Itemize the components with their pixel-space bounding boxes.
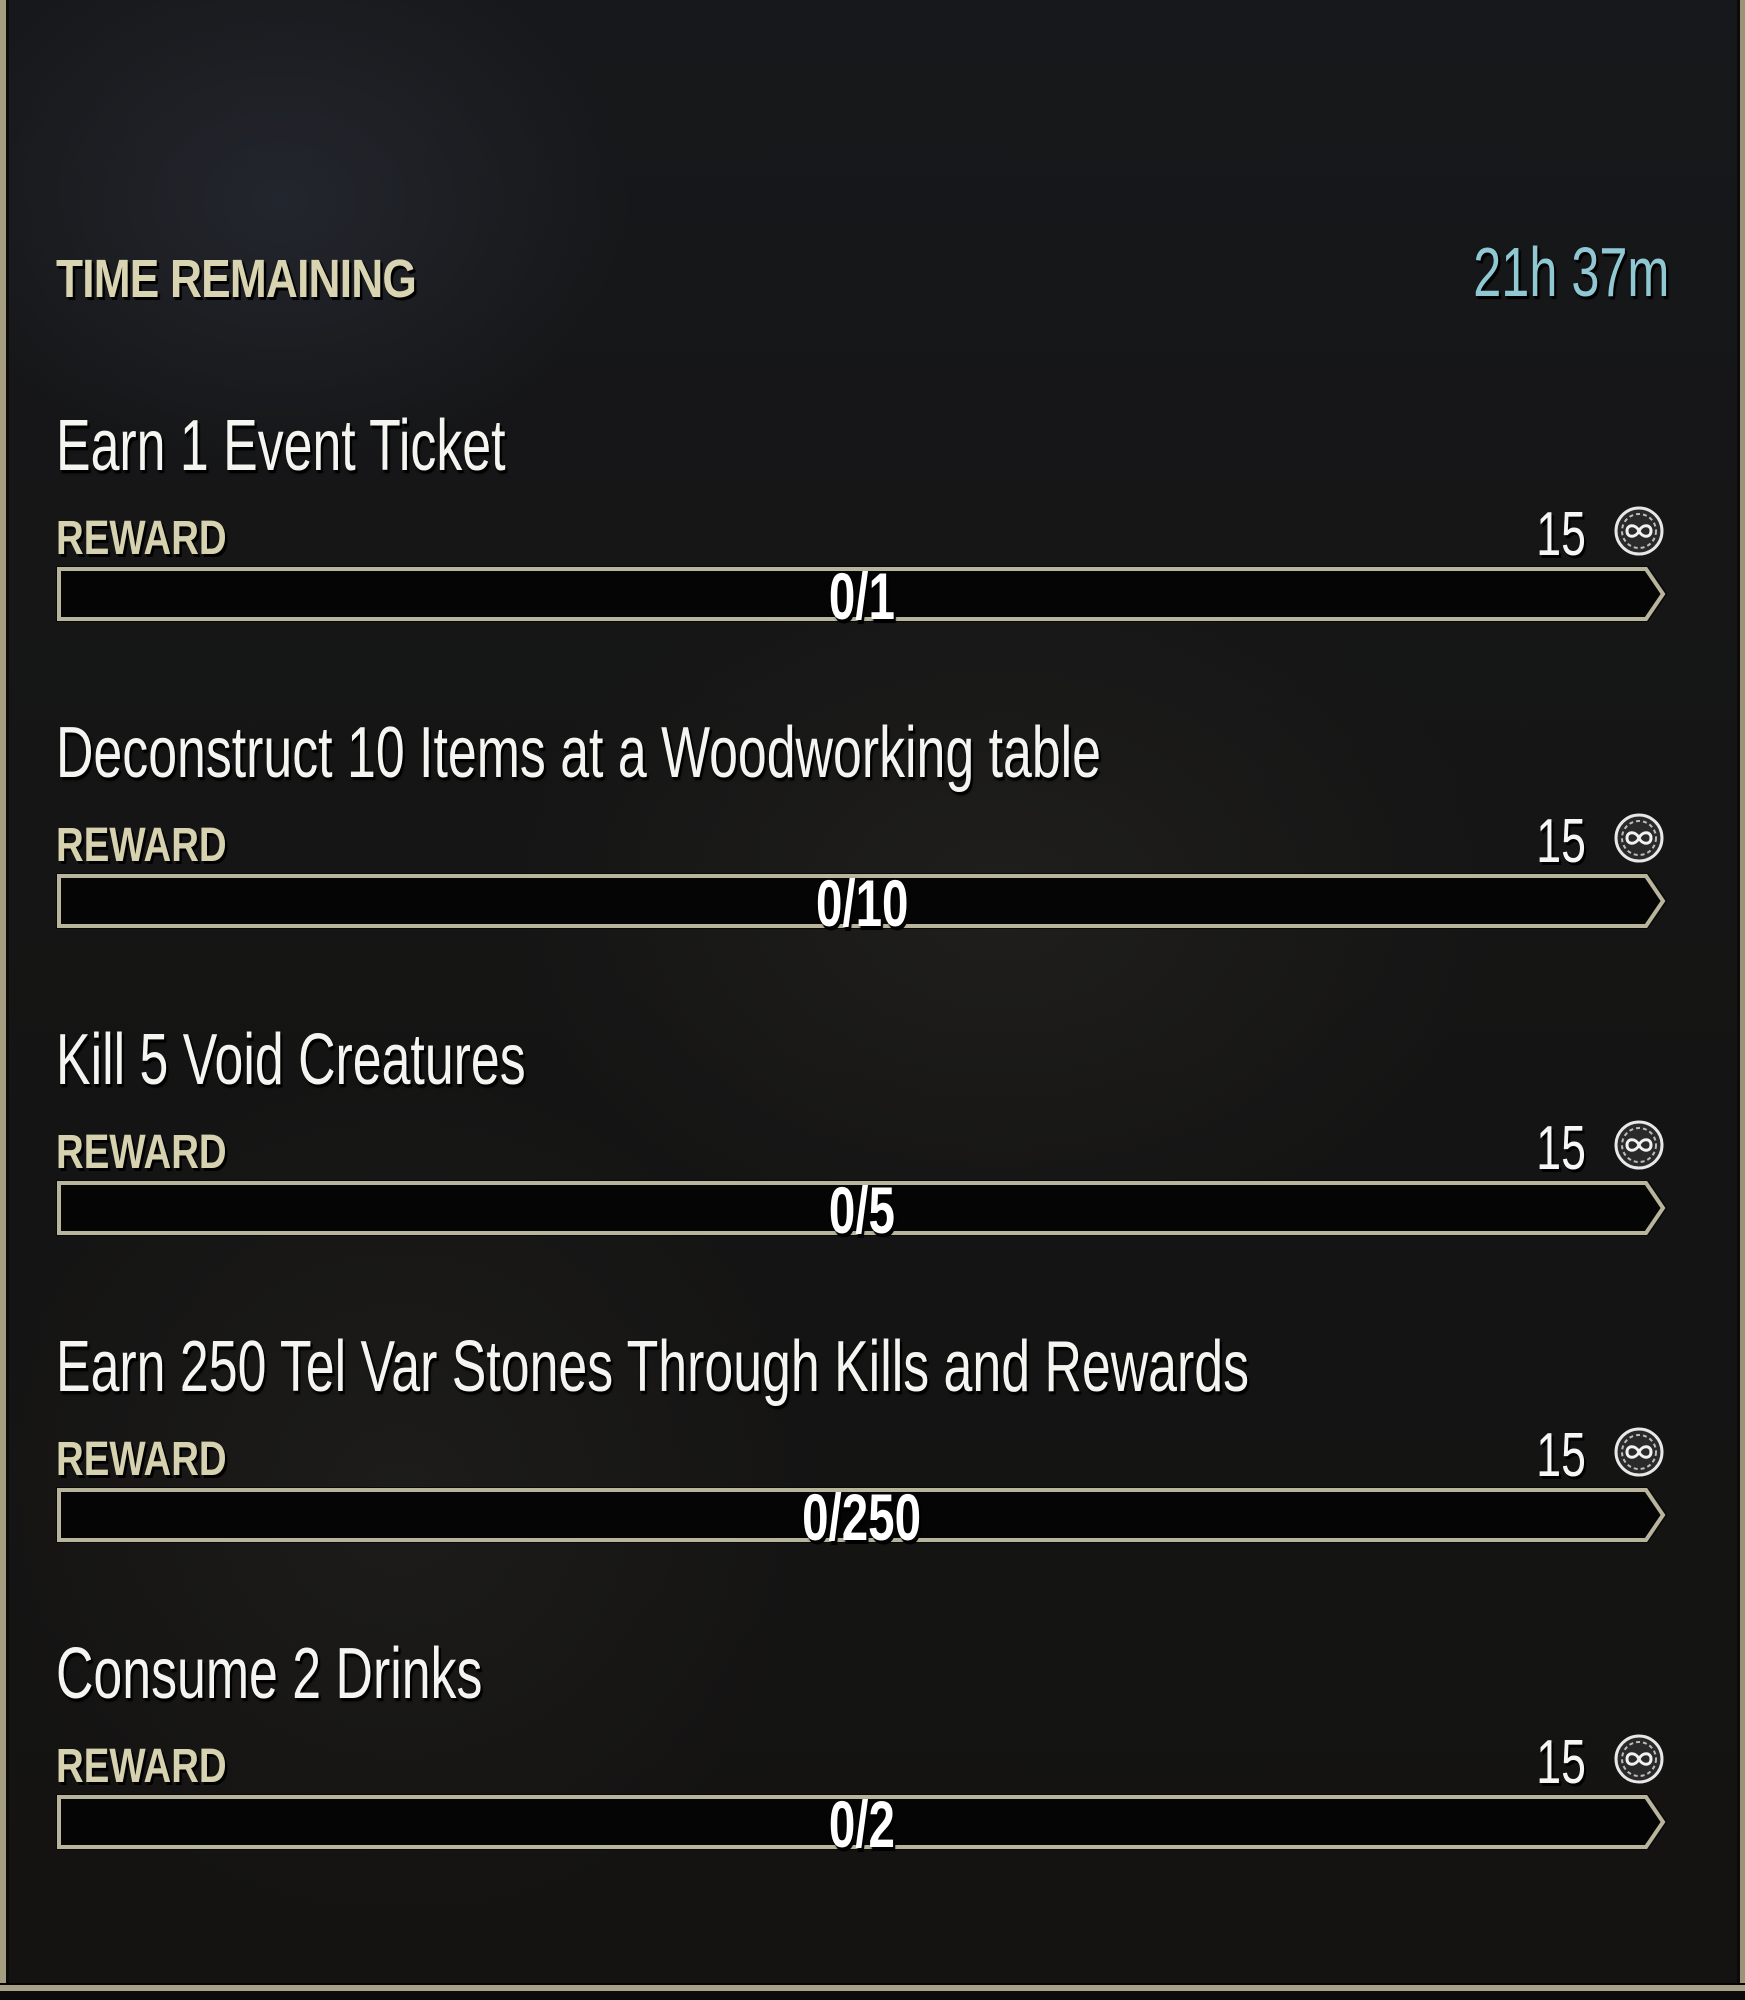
progress-text: 0/10 [815,866,909,940]
time-remaining-value: 21h 37m [1472,233,1669,311]
time-remaining-label: TIME REMAINING [56,249,417,309]
quest-item[interactable]: Earn 1 Event Ticket REWARD 15 0/1 [56,405,1668,645]
progress-text: 0/250 [802,1480,922,1554]
quest-title: Deconstruct 10 Items at a Woodworking ta… [56,713,1102,793]
event-ticket-coin-icon [1614,506,1664,556]
quest-title: Earn 250 Tel Var Stones Through Kills an… [56,1327,1250,1407]
panel-bottom-border [0,1983,1745,1991]
progress-bar: 0/250 [56,1480,1668,1554]
progress-bar: 0/5 [56,1173,1668,1247]
quest-title: Consume 2 Drinks [56,1634,483,1714]
event-ticket-coin-icon [1614,1427,1664,1477]
event-ticket-coin-icon [1614,1734,1664,1784]
progress-bar: 0/2 [56,1787,1668,1861]
endeavors-panel: TIME REMAINING 21h 37m Earn 1 Event Tick… [0,0,1745,2000]
quest-title: Earn 1 Event Ticket [56,406,506,486]
progress-bar: 0/1 [56,559,1668,633]
quest-item[interactable]: Earn 250 Tel Var Stones Through Kills an… [56,1326,1668,1566]
quest-item[interactable]: Kill 5 Void Creatures REWARD 15 0/5 [56,1019,1668,1259]
event-ticket-coin-icon [1614,1120,1664,1170]
progress-text: 0/2 [828,1787,896,1861]
progress-text: 0/1 [828,559,896,633]
quest-item[interactable]: Consume 2 Drinks REWARD 15 0/2 [56,1633,1668,1873]
quest-item[interactable]: Deconstruct 10 Items at a Woodworking ta… [56,712,1668,952]
panel-right-border [1737,0,1745,1985]
quest-title: Kill 5 Void Creatures [56,1020,526,1100]
progress-bar: 0/10 [56,866,1668,940]
panel-bottom-strip [0,1991,1745,2000]
progress-text: 0/5 [828,1173,896,1247]
panel-left-border [0,0,9,1985]
event-ticket-coin-icon [1614,813,1664,863]
